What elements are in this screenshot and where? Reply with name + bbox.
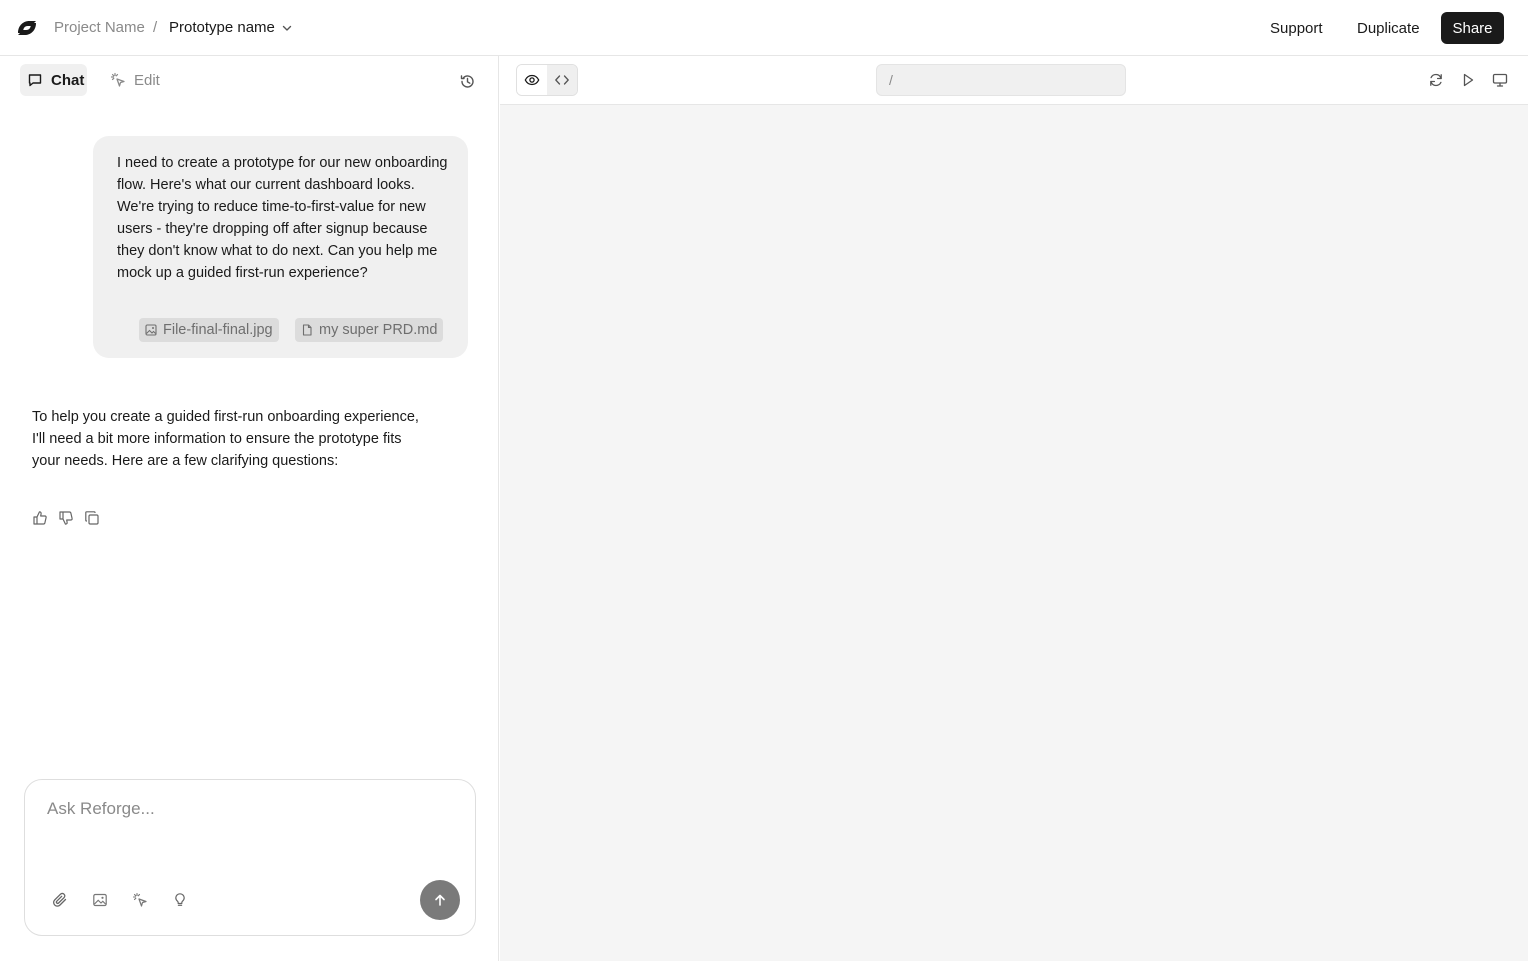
tab-edit-label: Edit [134,71,160,89]
image-icon [145,324,157,336]
chevron-down-icon [282,25,292,31]
attach-image-button[interactable] [90,890,110,910]
cursor-sparkle-icon [132,892,147,907]
attachment-chip[interactable]: my super PRD.md [295,318,444,342]
message-actions [32,510,100,526]
history-button[interactable] [456,70,478,92]
monitor-icon [1492,73,1508,87]
eye-icon [524,74,540,86]
assistant-message-text: To help you create a guided first-run on… [32,409,419,469]
preview-toolbar [500,56,1528,105]
ask-input[interactable] [47,796,447,822]
file-icon [302,324,312,336]
lightbulb-icon [175,893,185,906]
user-message-bubble: I need to create a prototype for our new… [93,136,468,358]
send-button[interactable] [420,880,460,920]
history-icon [460,74,474,88]
suggestions-button[interactable] [170,890,190,910]
chat-bubble-icon [28,74,42,87]
user-message-text: I need to create a prototype for our new… [117,155,448,281]
reforge-logo-icon[interactable] [16,17,38,39]
play-icon [1463,73,1474,87]
message-composer [24,779,476,936]
tab-chat[interactable]: Chat [20,64,87,96]
breadcrumb-separator: / [153,19,158,36]
device-button[interactable] [1490,70,1510,90]
thumbs-up-icon[interactable] [32,510,48,526]
attachment-chip[interactable]: File-final-final.jpg [139,318,279,342]
share-button[interactable]: Share [1441,12,1504,44]
thumbs-down-icon[interactable] [58,510,74,526]
refresh-icon [1430,73,1442,87]
tab-chat-label: Chat [51,71,85,89]
code-icon [555,75,569,85]
arrow-up-icon [435,894,445,906]
play-button[interactable] [1458,70,1478,90]
image-icon [93,893,107,907]
breadcrumb-prototype-dropdown[interactable]: Prototype name [169,19,293,36]
top-bar: Project Name / Prototype name Support Du… [0,0,1528,56]
copy-icon[interactable] [84,510,100,526]
cursor-sparkle-icon [110,72,125,87]
code-mode-button[interactable] [547,65,577,95]
preview-url-field[interactable] [876,64,1126,96]
breadcrumb-project[interactable]: Project Name [54,19,145,36]
preview-panel [500,56,1528,961]
chat-panel: Chat Edit I need to create a prototype f… [0,56,499,961]
attach-file-button[interactable] [50,890,70,910]
paperclip-icon [53,892,67,907]
support-button[interactable]: Support [1258,12,1335,44]
duplicate-button[interactable]: Duplicate [1345,12,1432,44]
view-mode-toggle [516,64,578,96]
select-element-button[interactable] [130,890,150,910]
attachment-name: File-final-final.jpg [163,322,273,338]
breadcrumb-prototype-label: Prototype name [169,19,275,36]
preview-mode-button[interactable] [517,65,547,95]
refresh-button[interactable] [1426,70,1446,90]
attachment-name: my super PRD.md [319,322,438,338]
tab-edit[interactable]: Edit [104,64,160,96]
